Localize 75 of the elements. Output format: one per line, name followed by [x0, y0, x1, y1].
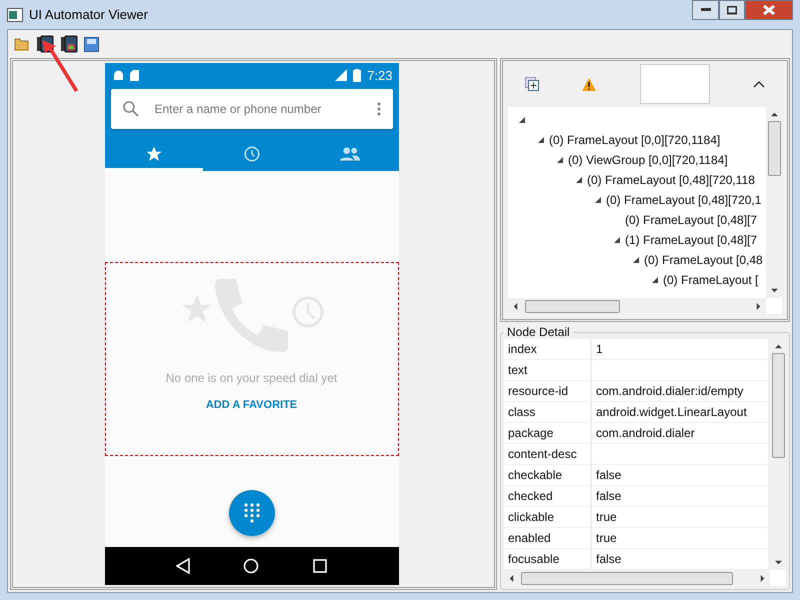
- scroll-left-icon[interactable]: [508, 574, 515, 582]
- tree-node[interactable]: (1) FrameLayout [0,48][7: [625, 233, 758, 247]
- property-name-cell: resource-id: [504, 381, 592, 402]
- maximize-button[interactable]: [719, 0, 745, 20]
- expand-all-icon[interactable]: [524, 77, 539, 91]
- tree-node[interactable]: (0) FrameLayout [0,48: [644, 253, 763, 267]
- save-icon[interactable]: [84, 36, 99, 52]
- scrollbar-thumb[interactable]: [768, 121, 780, 176]
- expanded-triangle-icon[interactable]: [518, 116, 526, 124]
- expanded-triangle-icon[interactable]: [651, 276, 659, 284]
- search-icon: [122, 101, 138, 117]
- minimize-button[interactable]: [692, 0, 719, 20]
- tree-node[interactable]: (0) FrameLayout [0,48][7: [625, 213, 758, 227]
- battery-icon: [353, 68, 362, 82]
- minimize-icon: [700, 8, 710, 12]
- close-icon: [763, 5, 775, 15]
- scroll-up-icon[interactable]: [770, 111, 778, 118]
- expanded-triangle-icon[interactable]: [632, 256, 640, 264]
- search-field[interactable]: Enter a name or phone number: [110, 89, 392, 129]
- collapse-caret-icon[interactable]: [753, 80, 766, 88]
- expanded-triangle-icon[interactable]: [575, 176, 583, 184]
- clock-time: 7:23: [367, 68, 392, 82]
- property-name-cell: enabled: [504, 528, 592, 549]
- back-icon[interactable]: [176, 558, 190, 574]
- expanded-triangle-icon[interactable]: [556, 156, 564, 164]
- dialpad-button[interactable]: [228, 490, 274, 536]
- property-name-cell: content-desc: [504, 444, 592, 465]
- folder-icon[interactable]: [14, 37, 30, 51]
- home-icon[interactable]: [243, 558, 260, 574]
- signal-icon: [333, 69, 348, 81]
- expanded-triangle-icon[interactable]: [613, 236, 621, 244]
- property-name-cell: clickable: [504, 507, 592, 528]
- window-title: UI Automator Viewer: [29, 7, 148, 22]
- tree-node[interactable]: (0) FrameLayout [0,48][720,118: [587, 173, 755, 187]
- device-screenshot-icon[interactable]: [60, 35, 78, 53]
- filter-field[interactable]: [640, 64, 710, 104]
- scrollbar-thumb[interactable]: [521, 572, 733, 584]
- expanded-triangle-icon[interactable]: [537, 136, 545, 144]
- tree-node[interactable]: (0) FrameLayout [: [663, 273, 758, 287]
- expanded-triangle-icon[interactable]: [594, 196, 602, 204]
- tree-node[interactable]: (0) FrameLayout [0,0][720,1184]: [549, 133, 720, 147]
- scroll-down-icon[interactable]: [774, 559, 782, 566]
- node-detail-title: Node Detail: [506, 325, 571, 339]
- arrow-annotation: [40, 38, 80, 92]
- more-icon[interactable]: [376, 102, 380, 116]
- property-name-cell: checkable: [504, 465, 592, 486]
- maximize-icon: [727, 6, 737, 14]
- warning-icon[interactable]: [582, 78, 596, 90]
- property-name-cell: index: [504, 339, 592, 360]
- vertical-scrollbar[interactable]: [770, 339, 786, 570]
- scrollbar-thumb[interactable]: [525, 300, 620, 312]
- property-name-cell: package: [504, 423, 592, 444]
- scrollbar-thumb[interactable]: [772, 353, 784, 458]
- horizontal-scrollbar[interactable]: [504, 570, 770, 586]
- sd-card-icon: [130, 70, 138, 80]
- app-icon: [7, 8, 23, 22]
- tree-node[interactable]: (0) ViewGroup [0,0][720,1184]: [568, 153, 728, 167]
- close-button[interactable]: [745, 0, 793, 20]
- tree-node[interactable]: (0) FrameLayout [0,48][720,1: [606, 193, 762, 207]
- property-name-cell: class: [504, 402, 592, 423]
- clock-icon: [242, 144, 260, 162]
- scroll-down-icon[interactable]: [770, 287, 778, 294]
- add-favorite-link[interactable]: ADD A FAVORITE: [206, 399, 298, 411]
- scroll-up-icon[interactable]: [774, 343, 782, 350]
- property-name-cell: checked: [504, 486, 592, 507]
- recents-icon[interactable]: [312, 559, 327, 573]
- scroll-left-icon[interactable]: [512, 302, 519, 310]
- scroll-right-icon[interactable]: [755, 302, 762, 310]
- android-icon: [112, 70, 124, 80]
- people-icon: [340, 144, 360, 162]
- property-name-cell: text: [504, 360, 592, 381]
- empty-message: No one is on your speed dial yet: [166, 371, 338, 385]
- star-icon: [144, 144, 162, 162]
- dialpad-icon: [244, 503, 260, 523]
- scroll-right-icon[interactable]: [759, 574, 766, 582]
